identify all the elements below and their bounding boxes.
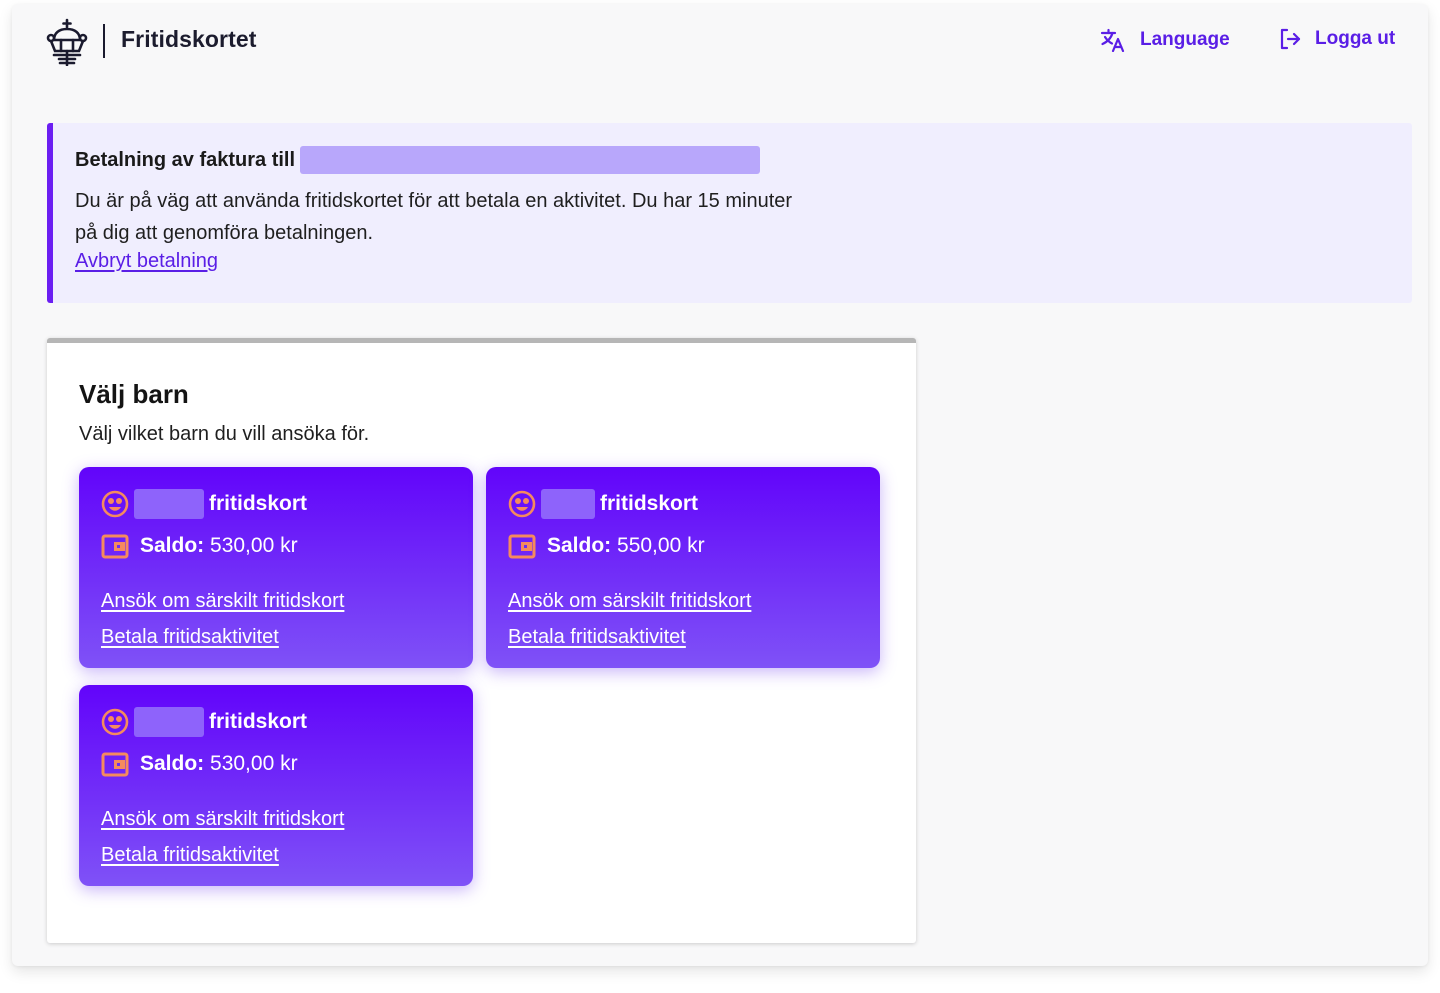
redacted-child-name [134,707,204,737]
saldo-label: Saldo: [140,752,205,775]
notice-title: Betalning av faktura till [75,148,296,171]
redacted-recipient [300,146,761,174]
apply-special-card-link[interactable]: Ansök om särskilt fritidskort [508,583,751,619]
brand-title: Fritidskortet [121,26,257,52]
apply-special-card-link[interactable]: Ansök om särskilt fritidskort [101,801,344,837]
apply-special-card-link[interactable]: Ansök om särskilt fritidskort [101,583,344,619]
crown-logo-icon [46,18,88,66]
card-title: fritidskort [600,492,699,515]
app-window: Fritidskortet Language Logga ut Betalnin… [12,4,1428,966]
translate-icon [1100,28,1125,52]
saldo-label: Saldo: [547,534,612,557]
panel-subtitle: Välj vilket barn du vill ansöka för. [79,423,370,445]
payment-notice: Betalning av faktura till Du är på väg a… [47,123,1412,303]
notice-text: Du är på väg att använda fritidskortet f… [75,190,793,244]
wallet-icon [101,534,129,559]
face-icon [101,490,129,518]
pay-activity-link[interactable]: Betala fritidsaktivitet [508,619,686,655]
face-icon [508,490,536,518]
card-title: fritidskort [209,492,308,515]
child-card[interactable]: fritidskort Saldo: 530,00 kr Ansök om sä… [79,467,473,668]
logout-label: Logga ut [1315,28,1396,49]
saldo-value: 530,00 kr [210,534,298,557]
face-icon [101,708,129,736]
saldo-value: 530,00 kr [210,752,298,775]
language-button[interactable]: Language [1100,28,1230,52]
child-card[interactable]: fritidskort Saldo: 550,00 kr Ansök om sä… [486,467,880,668]
header: Fritidskortet Language Logga ut [12,4,1428,84]
select-child-panel: Välj barn Välj vilket barn du vill ansök… [47,338,916,943]
pay-activity-link[interactable]: Betala fritidsaktivitet [101,619,279,655]
redacted-child-name [134,489,204,519]
child-card[interactable]: fritidskort Saldo: 530,00 kr Ansök om sä… [79,685,473,886]
saldo-label: Saldo: [140,534,205,557]
wallet-icon [101,752,129,777]
panel-title: Välj barn [79,379,189,409]
pay-activity-link[interactable]: Betala fritidsaktivitet [101,837,279,873]
card-title: fritidskort [209,710,308,733]
saldo-value: 550,00 kr [617,534,705,557]
redacted-child-name [541,489,595,519]
cancel-payment-link[interactable]: Avbryt betalning [75,250,218,273]
language-label: Language [1140,29,1230,50]
logout-icon [1280,28,1301,50]
wallet-icon [508,534,536,559]
logo-divider [103,24,105,58]
logout-button[interactable]: Logga ut [1279,28,1395,50]
